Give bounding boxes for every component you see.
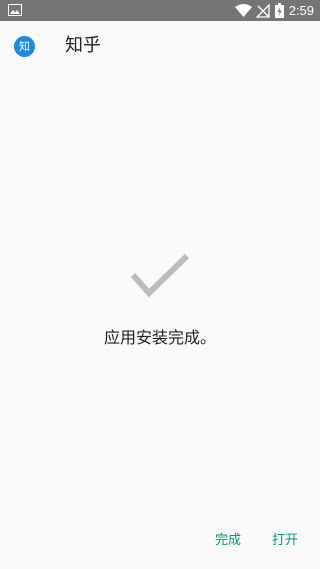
status-bar-right: 2:59 <box>234 0 314 21</box>
app-title: 知乎 <box>65 35 101 56</box>
no-signal-icon <box>255 3 270 18</box>
battery-charging-icon <box>274 3 284 18</box>
install-complete-screen: 2:59 知 知乎 应用安装完成。 完成 打开 <box>0 0 320 569</box>
app-header: 知 知乎 <box>0 21 320 71</box>
install-complete-message: 应用安装完成。 <box>103 328 216 347</box>
open-button[interactable]: 打开 <box>272 528 298 554</box>
status-bar: 2:59 <box>0 0 320 21</box>
gallery-icon <box>8 4 22 16</box>
status-time: 2:59 <box>288 3 314 18</box>
check-icon <box>130 253 190 298</box>
done-button[interactable]: 完成 <box>215 528 241 554</box>
wifi-icon <box>234 3 252 17</box>
app-icon: 知 <box>14 36 35 57</box>
